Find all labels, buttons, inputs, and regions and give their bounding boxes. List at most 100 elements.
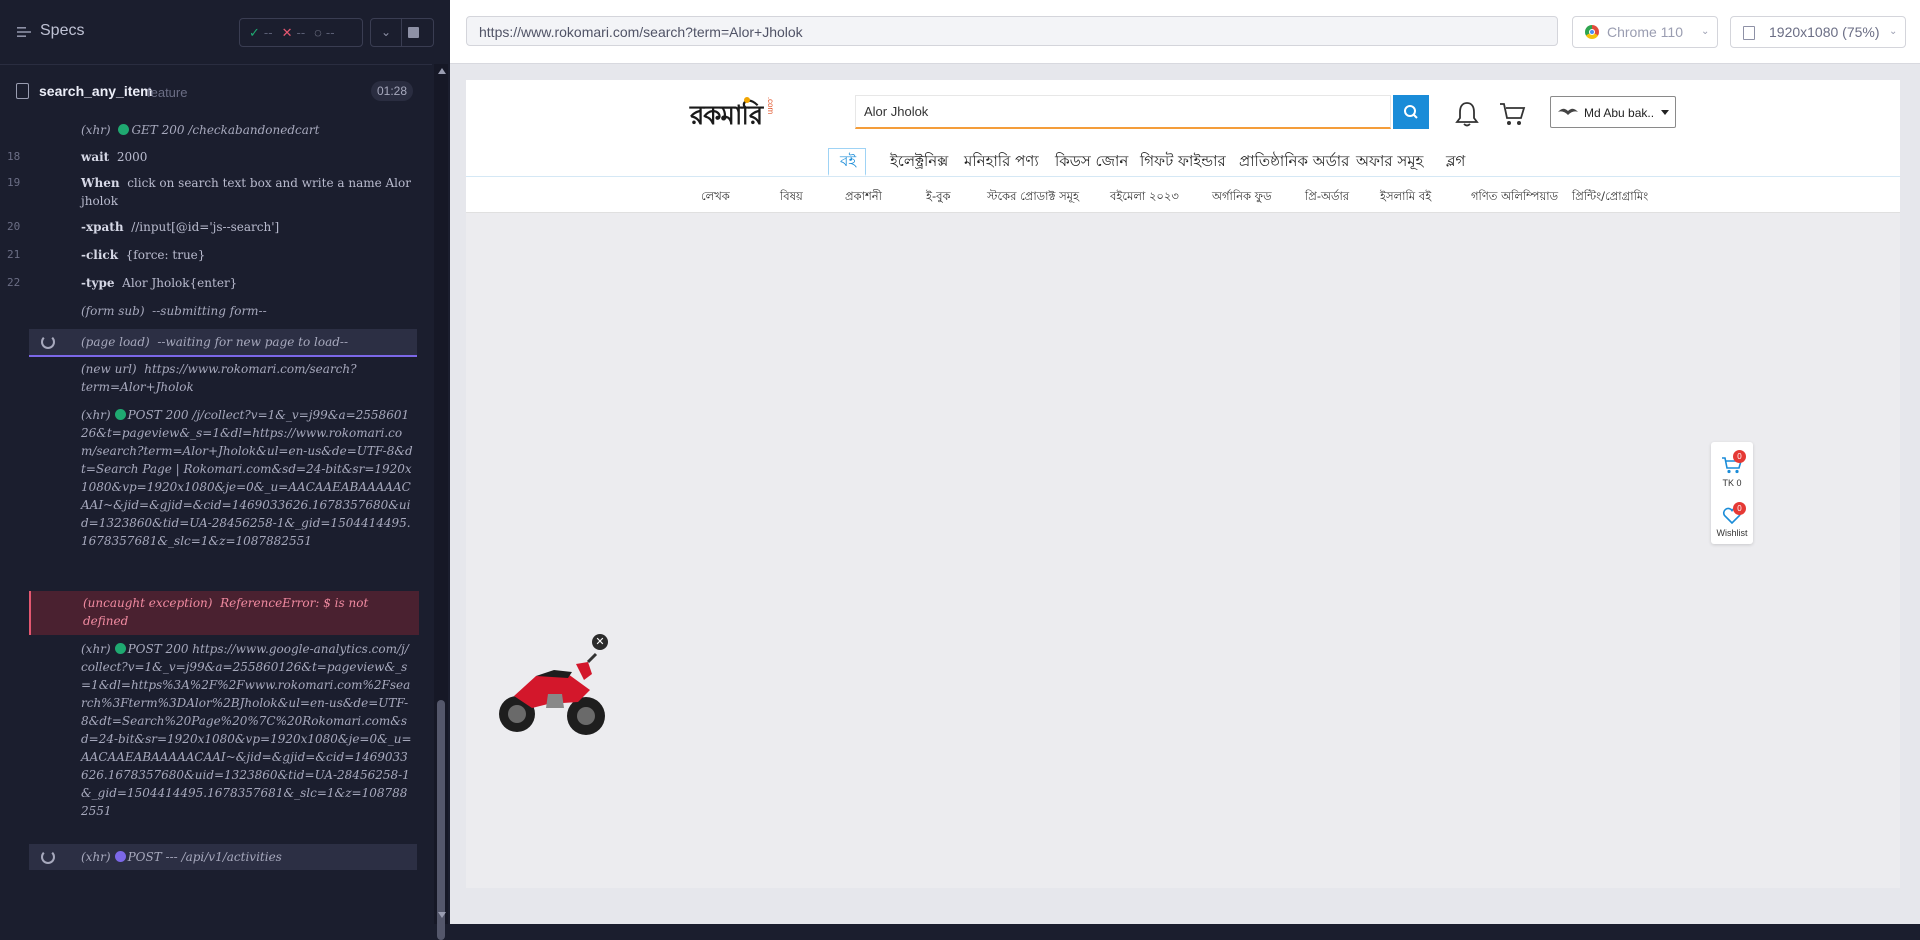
log-command: -type [81,276,115,290]
viewport-label: 1920x1080 (75%) [1769,24,1880,40]
aut-frame: রকমারি .com Alor Jholok Md Abu bak... বই… [466,80,1900,888]
subnav-ebook[interactable]: ই-বুক [926,188,951,207]
log-row-error[interactable]: (uncaught exception) ReferenceError: $ i… [29,591,419,635]
category-stationery[interactable]: মনিহারি পণ্য [964,150,1039,175]
aut-panel: https://www.rokomari.com/search?term=Alo… [450,0,1920,924]
wishlist-widget[interactable]: 0 Wishlist [1711,498,1753,542]
log-text: //input[@id='js--search'] [131,220,280,234]
floating-widget: 0 TK 0 0 Wishlist [1711,442,1753,544]
test-stats: ✓ -- ✕ -- ◌ -- [239,18,363,47]
cart-icon[interactable] [1498,101,1526,127]
wishlist-count-badge: 0 [1733,502,1746,515]
log-text: {force: true} [125,248,206,262]
log-row[interactable]: (xhr) POST 200 https://www.google-analyti… [29,640,417,820]
category-institutional-order[interactable]: প্রাতিষ্ঠানিক অর্ডার [1239,150,1349,175]
user-menu-button[interactable]: Md Abu bak... [1550,96,1676,128]
spec-extension: feature [147,85,188,100]
spinner-icon [41,335,55,349]
log-label: (page load) [81,335,150,349]
log-command: When [81,176,120,190]
failed-count: -- [296,25,306,40]
log-text: --waiting for new page to load-- [157,335,349,349]
category-offers[interactable]: অফার সমূহ [1356,150,1423,175]
log-row-active[interactable]: (page load) --waiting for new page to lo… [29,329,417,357]
log-command: wait [81,150,110,164]
status-dot-icon [118,124,130,135]
log-label: (xhr) [81,408,111,422]
line-number: 19 [7,176,21,189]
specs-title[interactable]: Specs [40,22,84,40]
search-input[interactable] [864,96,1364,128]
close-icon[interactable]: ✕ [592,634,608,650]
log-row[interactable]: 20 -xpath //input[@id='js--search'] [7,218,417,236]
status-dot-icon [114,409,126,420]
scroll-thumb[interactable] [437,700,445,940]
chevron-down-icon[interactable]: ⌄ [371,19,402,46]
log-row[interactable]: (form sub) --submitting form-- [29,302,417,320]
log-row[interactable]: (xhr) POST 200 /j/collect?v=1&_v=j99&a=25… [29,406,417,586]
subnav-pre-order[interactable]: প্রি-অর্ডার [1305,188,1349,207]
subnav-publisher[interactable]: প্রকাশনী [845,188,882,207]
specs-header: Specs ✓ -- ✕ -- ◌ -- ⌄ [0,0,434,65]
log-text: POST --- /api/v1/activities [127,850,282,864]
subnav-organic-food[interactable]: অর্গানিক ফুড [1212,188,1272,207]
spec-title-row[interactable]: search_any_item feature 01:28 [0,75,432,111]
url-bar[interactable]: https://www.rokomari.com/search?term=Alo… [466,16,1558,46]
sub-nav: লেখক বিষয় প্রকাশনী ই-বুক স্টকের প্রোডাক… [466,178,1900,213]
subnav-writer[interactable]: লেখক [701,188,730,207]
log-row[interactable]: 22 -type Alor Jholok{enter} [7,274,417,292]
search-button[interactable] [1393,95,1429,129]
chevron-down-icon: ⌄ [1701,26,1710,37]
user-avatar-icon [1558,108,1578,115]
log-text: GET 200 /checkabandonedcart [131,123,320,137]
cart-total: TK 0 [1722,478,1742,488]
motorbike-ad-image[interactable] [492,634,612,744]
scroll-up-icon[interactable] [438,68,446,74]
stop-icon[interactable] [408,27,419,38]
category-gift-finder[interactable]: গিফট ফাইন্ডার [1140,150,1226,175]
category-blog[interactable]: ব্লগ [1446,150,1465,175]
site-logo[interactable]: রকমারি .com [690,95,776,131]
subnav-math-olympiad[interactable]: গণিত অলিম্পিয়াড [1471,188,1558,207]
category-electronics[interactable]: ইলেক্ট্রনিক্স [890,150,948,175]
log-row[interactable]: (xhr) GET 200 /checkabandonedcart [29,121,417,139]
specs-list-icon[interactable] [17,25,31,39]
subnav-printing-programming[interactable]: প্রিন্টিং/প্রোগ্রামিং [1572,188,1648,207]
subnav-islamic-books[interactable]: ইসলামি বই [1380,188,1431,207]
failed-icon: ✕ [281,24,293,40]
subnav-subject[interactable]: বিষয় [780,188,803,207]
status-dot-icon [114,851,126,862]
browser-selector[interactable]: Chrome 110 ⌄ [1572,16,1718,48]
file-icon [16,83,29,99]
scroll-down-icon[interactable] [438,912,446,918]
line-number: 21 [7,248,21,261]
bell-icon[interactable] [1454,100,1480,128]
command-log-panel: Specs ✓ -- ✕ -- ◌ -- ⌄ search_any_item f… [0,0,450,940]
log-text: --submitting form-- [152,304,267,318]
category-nav: বই ইলেক্ট্রনিক্স মনিহারি পণ্য কিডস জোন গ… [466,146,1900,177]
run-controls: ⌄ [370,18,434,47]
subnav-book-fair[interactable]: বইমেলা ২০২৩ [1110,188,1179,207]
log-row[interactable]: 21 -click {force: true} [7,246,417,264]
category-kids-zone[interactable]: কিডস জোন [1055,150,1128,175]
wishlist-label: Wishlist [1716,528,1748,538]
cart-count-badge: 0 [1733,450,1746,463]
log-row-pending[interactable]: (xhr) POST --- /api/v1/activities [29,844,417,870]
log-label: (xhr) [81,642,111,656]
cart-widget[interactable]: 0 TK 0 [1711,448,1753,492]
log-row[interactable]: 19 When click on search text box and wri… [7,174,417,210]
pending-icon: ◌ [314,25,322,40]
category-books[interactable]: বই [840,150,856,175]
log-label: (new url) [81,362,137,376]
line-number: 22 [7,276,21,289]
log-scrollbar[interactable] [434,64,448,940]
log-row[interactable]: 18 wait 2000 [7,148,417,166]
command-log: (xhr) GET 200 /checkabandonedcart 18 wai… [7,117,419,874]
subnav-stock-products[interactable]: স্টকের প্রোডাক্ট সমূহ [987,188,1079,207]
user-name: Md Abu bak... [1584,106,1654,120]
log-label: (uncaught exception) [83,596,213,610]
logo-text: রকমারি [690,101,763,131]
log-row[interactable]: (new url) https://www.rokomari.com/searc… [29,360,417,396]
viewport-selector[interactable]: 1920x1080 (75%) ⌄ [1730,16,1906,48]
log-text: POST 200 https://www.google-analytics.co… [81,642,412,818]
